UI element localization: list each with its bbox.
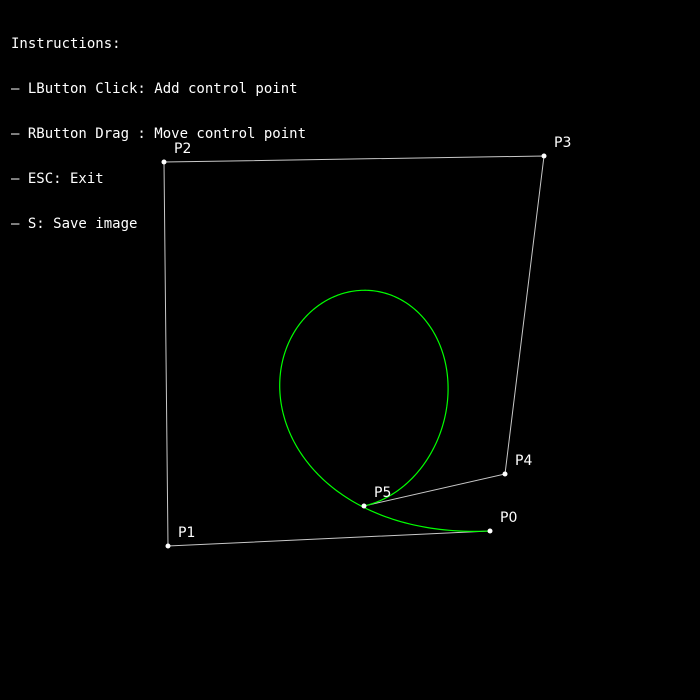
control-point-label: P4 — [515, 453, 532, 469]
control-point-label: P1 — [178, 525, 195, 541]
instruction-move-point: – RButton Drag : Move control point — [11, 126, 307, 142]
control-point-marker[interactable] — [502, 471, 508, 477]
control-point-marker[interactable] — [165, 543, 171, 549]
instruction-exit: – ESC: Exit — [11, 171, 104, 187]
control-point-marker[interactable] — [487, 528, 493, 534]
instruction-add-point: – LButton Click: Add control point — [11, 81, 298, 97]
instruction-save: – S: Save image — [11, 216, 138, 232]
control-point-marker[interactable] — [361, 503, 367, 509]
control-point-label: P3 — [554, 135, 571, 151]
control-point-label: P0 — [500, 510, 517, 526]
instructions-panel: Instructions: – LButton Click: Add contr… — [11, 7, 306, 247]
instructions-title: Instructions: — [11, 36, 121, 52]
control-point-marker[interactable] — [541, 153, 547, 159]
control-point-label: P5 — [374, 485, 391, 501]
